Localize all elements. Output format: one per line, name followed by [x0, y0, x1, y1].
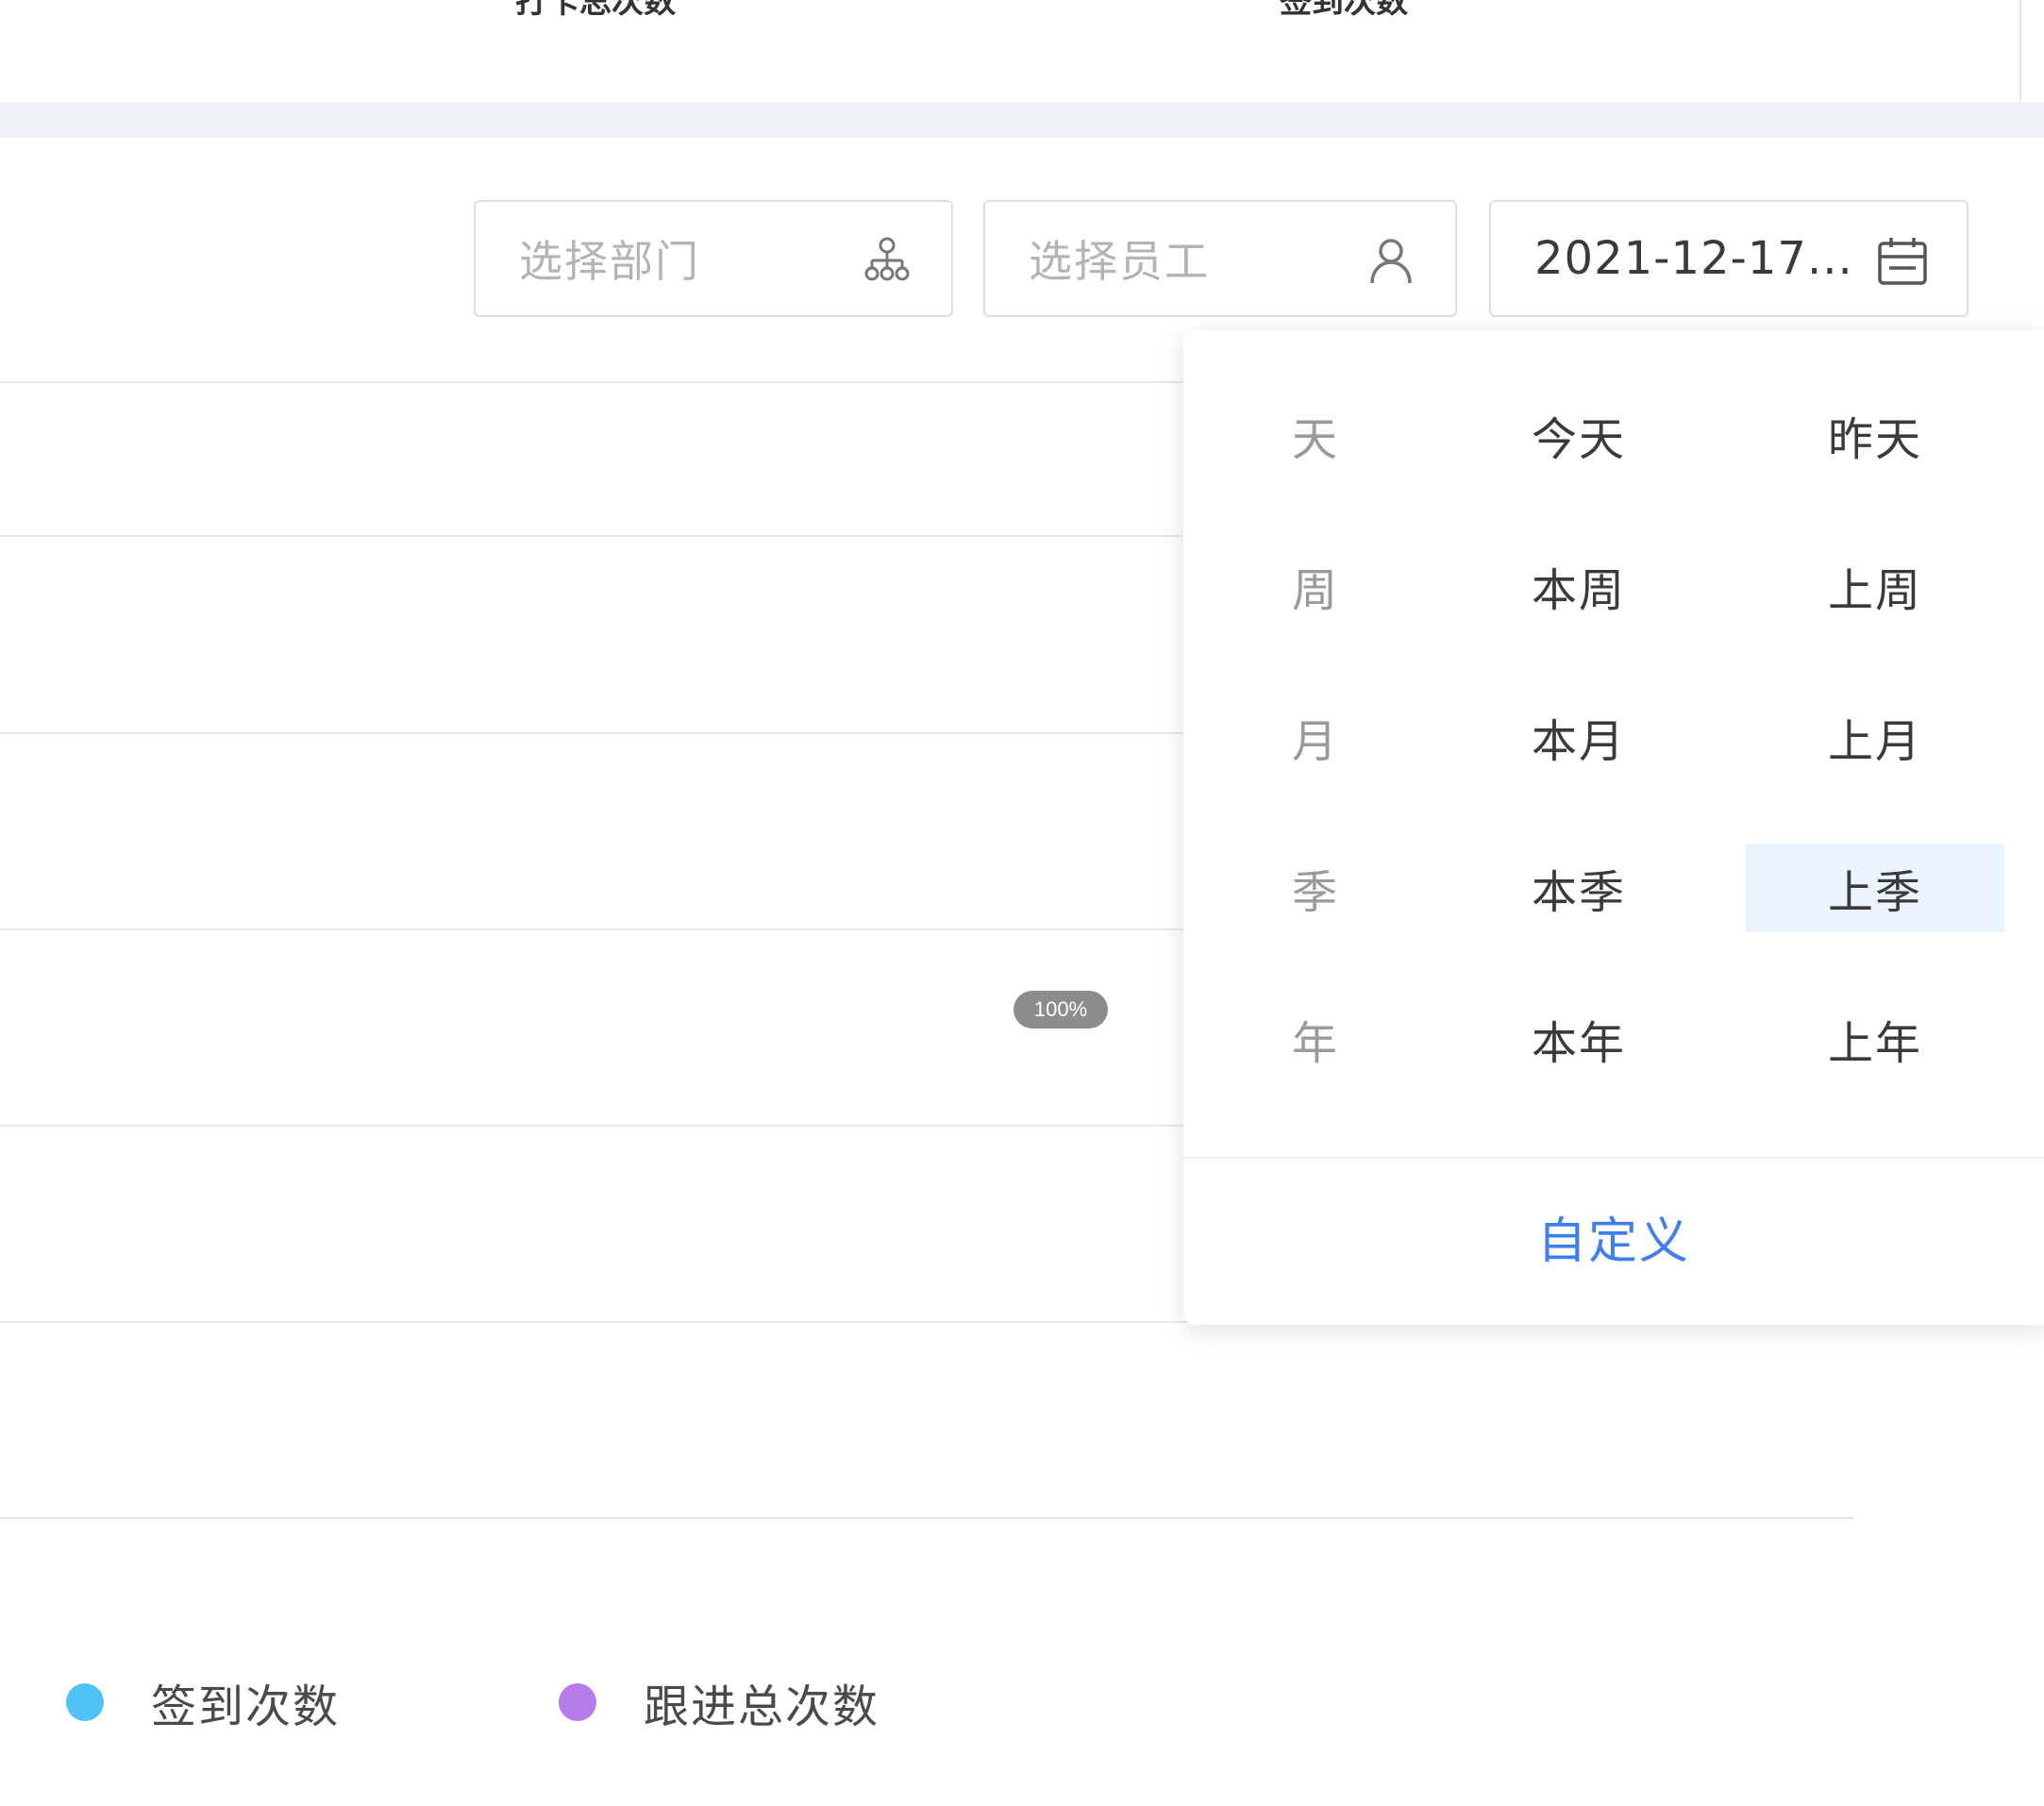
- legend-label: 跟进总次数: [644, 1681, 880, 1733]
- period-heading: 天: [1291, 413, 1339, 466]
- period-heading: 年: [1291, 1017, 1339, 1070]
- grid-line: [0, 732, 1189, 734]
- date-range-dropdown: 天 今天 昨天周 本周 上周月 本月 上月季 本季 上季年 本年 上年 自定义: [1183, 330, 2044, 1325]
- calendar-icon: [1878, 238, 1927, 285]
- period-option[interactable]: 上年: [1746, 995, 2004, 1083]
- user-icon: [1370, 239, 1412, 284]
- zoom-level-badge: 100%: [1014, 991, 1108, 1028]
- summary-label-right: 签到次数: [1280, 0, 1408, 21]
- department-select[interactable]: 选择部门: [474, 200, 953, 317]
- period-option[interactable]: 上季: [1746, 844, 2004, 932]
- period-option[interactable]: 本季: [1449, 844, 1708, 932]
- chart-baseline: [0, 1517, 1853, 1519]
- dropdown-row-day: 天 今天 昨天: [1183, 391, 2044, 479]
- date-range-value: 2021-12-17...: [1534, 232, 1853, 285]
- period-heading: 月: [1291, 715, 1339, 768]
- period-option[interactable]: 本周: [1449, 542, 1708, 630]
- dropdown-row-year: 年 本年 上年: [1183, 995, 2044, 1083]
- dropdown-divider: [1183, 1157, 2044, 1159]
- legend-dot: [66, 1683, 104, 1721]
- employee-select[interactable]: 选择员工: [983, 200, 1457, 317]
- grid-line: [0, 928, 1189, 930]
- period-heading: 周: [1291, 564, 1339, 617]
- period-option[interactable]: 今天: [1449, 391, 1708, 479]
- period-option[interactable]: 本年: [1449, 995, 1708, 1083]
- period-option[interactable]: 本月: [1449, 693, 1708, 781]
- period-option[interactable]: 上周: [1746, 542, 2004, 630]
- period-option[interactable]: 昨天: [1746, 391, 2004, 479]
- grid-line: [0, 535, 1189, 537]
- legend-item-checkin[interactable]: 签到次数: [66, 1672, 341, 1733]
- date-range-picker[interactable]: 2021-12-17...: [1489, 200, 1969, 317]
- dropdown-row-week: 周 本周 上周: [1183, 542, 2044, 630]
- grid-line: [0, 1321, 1189, 1323]
- summary-card: 打卡总次数 签到次数: [0, 0, 2021, 102]
- employee-placeholder: 选择员工: [1029, 236, 1210, 287]
- grid-line: [0, 1125, 1189, 1127]
- summary-label-left: 打卡总次数: [515, 0, 676, 21]
- period-option[interactable]: 上月: [1746, 693, 2004, 781]
- period-heading: 季: [1291, 866, 1339, 919]
- org-chart-icon: [864, 237, 910, 281]
- legend-dot: [559, 1683, 596, 1721]
- dropdown-row-month: 月 本月 上月: [1183, 693, 2044, 781]
- custom-range-button[interactable]: 自定义: [1183, 1179, 2044, 1293]
- dropdown-row-quarter: 季 本季 上季: [1183, 844, 2044, 932]
- department-placeholder: 选择部门: [519, 236, 700, 287]
- legend-item-followup[interactable]: 跟进总次数: [559, 1672, 880, 1733]
- section-divider: [0, 102, 2044, 138]
- grid-line: [0, 381, 1189, 383]
- legend-label: 签到次数: [151, 1681, 341, 1733]
